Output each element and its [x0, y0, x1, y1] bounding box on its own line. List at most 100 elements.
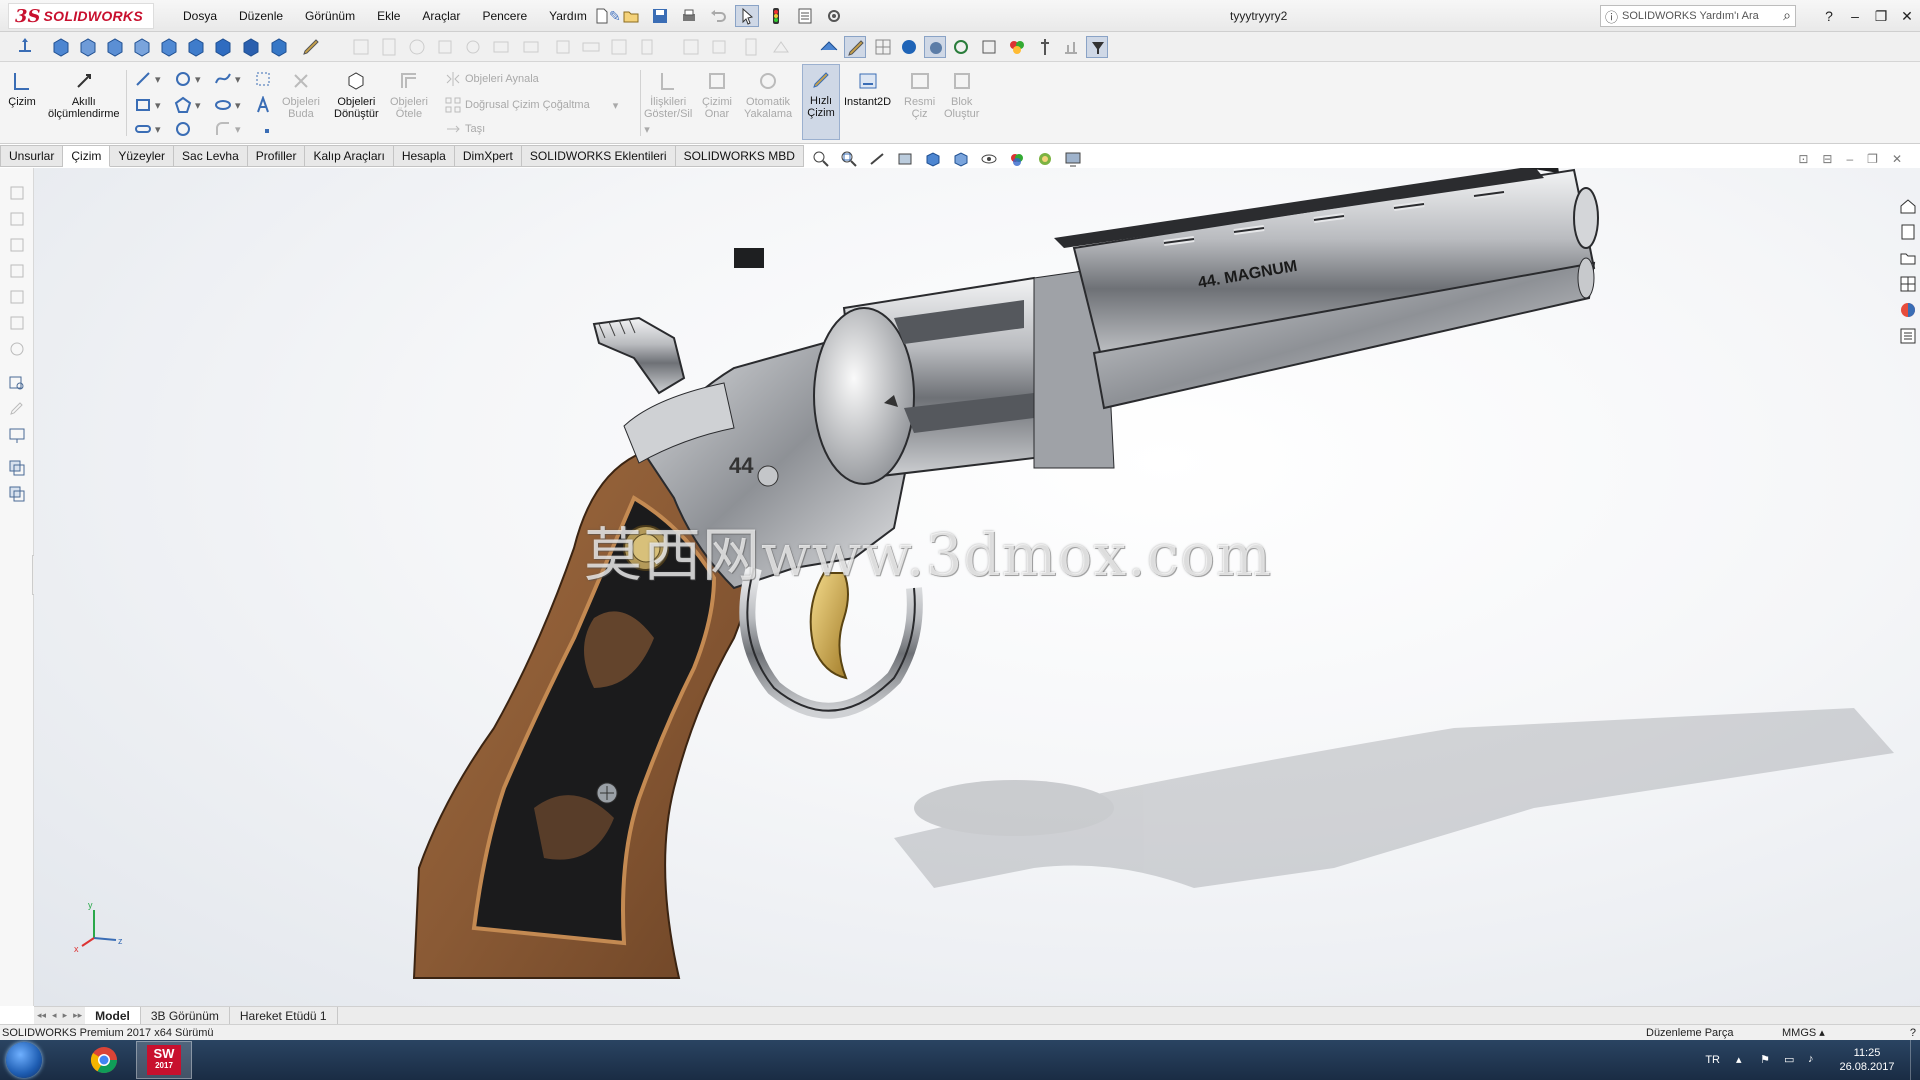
- mass-properties-icon[interactable]: [1060, 36, 1082, 58]
- tab-model[interactable]: Model: [85, 1006, 141, 1025]
- custom-properties-icon[interactable]: [1898, 326, 1918, 346]
- tab-mbd[interactable]: SOLIDWORKS MBD: [675, 145, 804, 167]
- tab-motion-study[interactable]: Hareket Etüdü 1: [230, 1006, 338, 1025]
- appearances-icon[interactable]: [1898, 300, 1918, 320]
- instant3d-icon[interactable]: [818, 36, 840, 58]
- menu-duzenle[interactable]: Düzenle: [228, 9, 294, 23]
- left-tool-7-icon[interactable]: [7, 340, 27, 358]
- network-icon[interactable]: ▭: [1784, 1053, 1800, 1067]
- rapid-sketch-button[interactable]: Hızlı Çizim: [802, 64, 840, 140]
- trimetric-view-icon[interactable]: [240, 36, 262, 58]
- design-library-icon[interactable]: [1898, 222, 1918, 242]
- graphics-area[interactable]: 44 44. MAGNUM y z x 莫西网www.3dmox.com: [34, 168, 1920, 1006]
- tab-nav-last-icon[interactable]: ▸▸: [70, 1010, 85, 1021]
- tab-evaluate[interactable]: Hesapla: [393, 145, 455, 167]
- grid-icon[interactable]: [872, 36, 894, 58]
- restore-button[interactable]: ❐: [1868, 8, 1894, 25]
- left-tool-3-icon[interactable]: [7, 236, 27, 254]
- chrome-taskbar-button[interactable]: [76, 1041, 132, 1079]
- menu-araclar[interactable]: Araçlar: [411, 9, 471, 23]
- tab-surfaces[interactable]: Yüzeyler: [110, 145, 175, 167]
- zoom-to-area-icon[interactable]: [838, 149, 860, 169]
- save-icon[interactable]: [648, 5, 672, 27]
- traffic-light-icon[interactable]: [764, 5, 788, 27]
- tab-features[interactable]: Unsurlar: [0, 145, 64, 167]
- right-view-icon[interactable]: [131, 36, 153, 58]
- tray-expand-icon[interactable]: ▴: [1736, 1053, 1752, 1067]
- options-icon[interactable]: [822, 5, 846, 27]
- viewport-restore-button[interactable]: ❐: [1867, 152, 1878, 166]
- menu-ekle[interactable]: Ekle: [366, 9, 411, 23]
- volume-icon[interactable]: ♪: [1808, 1053, 1824, 1067]
- tab-nav-prev-icon[interactable]: ◂: [49, 1010, 60, 1021]
- viewport-close-button[interactable]: ✕: [1892, 152, 1902, 166]
- tab-sketch[interactable]: Çizim: [63, 145, 111, 167]
- isometric-view-icon[interactable]: [212, 36, 234, 58]
- menu-dosya[interactable]: Dosya: [172, 9, 228, 23]
- section-view-icon[interactable]: [894, 149, 916, 169]
- units-selector[interactable]: MMGS ▴: [1782, 1026, 1825, 1039]
- search-icon[interactable]: ⌕: [1783, 7, 1791, 24]
- convert-entities-button[interactable]: Objeleri Dönüştür: [334, 68, 379, 120]
- edit-appearance-icon[interactable]: [1006, 149, 1028, 169]
- previous-view-icon[interactable]: [866, 149, 888, 169]
- start-button[interactable]: [6, 1042, 42, 1078]
- tab-3d-view[interactable]: 3B Görünüm: [141, 1006, 230, 1025]
- left-tool-12-icon[interactable]: [7, 484, 27, 502]
- left-tool-11-icon[interactable]: [7, 458, 27, 476]
- appearance-icon[interactable]: [898, 36, 920, 58]
- tab-nav-first-icon[interactable]: ◂◂: [34, 1010, 49, 1021]
- apply-scene-icon[interactable]: [1034, 149, 1056, 169]
- view-orientation-icon[interactable]: [922, 149, 944, 169]
- view-palette-icon[interactable]: [1898, 274, 1918, 294]
- sketch-active-icon[interactable]: [844, 36, 866, 58]
- language-indicator[interactable]: TR: [1705, 1054, 1720, 1066]
- tab-sheet-metal[interactable]: Sac Levha: [174, 145, 248, 167]
- new-file-icon[interactable]: [590, 5, 614, 27]
- display-style-icon[interactable]: [950, 149, 972, 169]
- left-tool-2-icon[interactable]: [7, 210, 27, 228]
- hide-show-items-icon[interactable]: [978, 149, 1000, 169]
- viewport-minimize-button[interactable]: –: [1846, 152, 1853, 166]
- bottom-view-icon[interactable]: [185, 36, 207, 58]
- ellipse-tool[interactable]: ▾: [214, 96, 241, 114]
- tab-mold-tools[interactable]: Kalıp Araçları: [305, 145, 394, 167]
- file-properties-icon[interactable]: [793, 5, 817, 27]
- revolver-barrel[interactable]: 44. MAGNUM: [1054, 168, 1599, 410]
- point-tool[interactable]: [258, 122, 276, 140]
- left-tool-9-icon[interactable]: [7, 400, 27, 418]
- help-search-input[interactable]: ⓘ SOLIDWORKS Yardım'ı Ara ⌕: [1600, 5, 1796, 27]
- undo-icon[interactable]: [706, 5, 730, 27]
- slot-tool[interactable]: ▾: [134, 120, 161, 138]
- circle-tool[interactable]: ▾: [174, 70, 201, 88]
- solidworks-logo[interactable]: 3S SOLIDWORKS: [8, 3, 154, 29]
- display-toggle-icon[interactable]: [924, 36, 946, 58]
- show-desktop-button[interactable]: [1910, 1040, 1920, 1080]
- color-icon[interactable]: [1006, 36, 1028, 58]
- front-view-icon[interactable]: [50, 36, 72, 58]
- close-button[interactable]: ✕: [1894, 8, 1920, 25]
- left-tool-6-icon[interactable]: [7, 314, 27, 332]
- grid-tool[interactable]: [254, 70, 272, 88]
- minimize-button[interactable]: –: [1842, 8, 1868, 24]
- spline-tool[interactable]: ▾: [214, 70, 241, 88]
- viewport-split-icon[interactable]: ⊟: [1822, 152, 1832, 166]
- tab-weldments[interactable]: Profiller: [247, 145, 306, 167]
- normal-to-icon[interactable]: [14, 36, 36, 58]
- back-view-icon[interactable]: [77, 36, 99, 58]
- sketch-button[interactable]: Çizim: [8, 68, 36, 108]
- text-tool[interactable]: [254, 96, 272, 114]
- status-help-icon[interactable]: ?: [1910, 1027, 1916, 1039]
- measure-icon[interactable]: [1034, 36, 1056, 58]
- rebuild-icon[interactable]: [950, 36, 972, 58]
- left-tool-10-icon[interactable]: [7, 426, 27, 444]
- menu-yardim[interactable]: Yardım: [538, 9, 598, 23]
- left-tool-5-icon[interactable]: [7, 288, 27, 306]
- tab-dimxpert[interactable]: DimXpert: [454, 145, 522, 167]
- solidworks-taskbar-button[interactable]: SW 2017: [136, 1041, 192, 1079]
- home-icon[interactable]: [1898, 196, 1918, 216]
- selection-filter-icon[interactable]: [1086, 36, 1108, 58]
- dimetric-view-icon[interactable]: [268, 36, 290, 58]
- line-tool[interactable]: ▾: [134, 70, 161, 88]
- file-explorer-icon[interactable]: [1898, 248, 1918, 268]
